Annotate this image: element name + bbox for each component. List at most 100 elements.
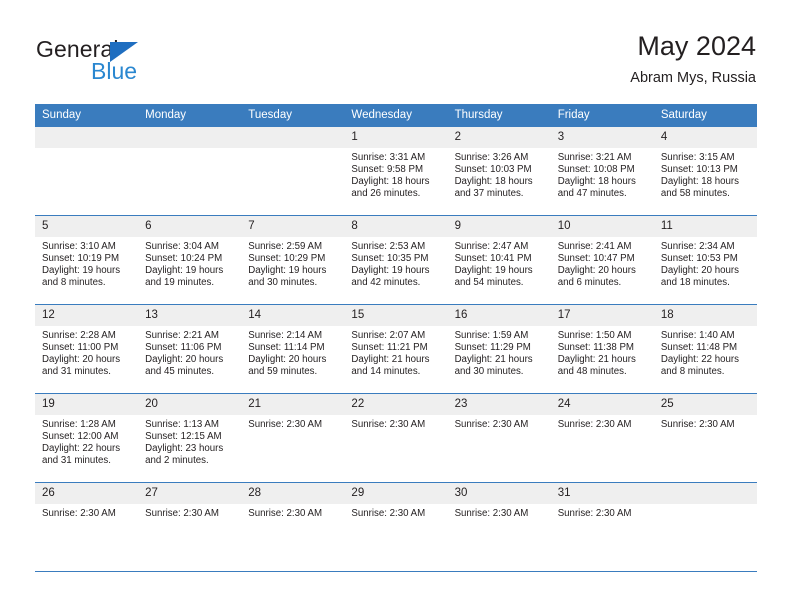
day-detail-line: Sunset: 10:13 PM [660,163,738,175]
day-cell-inner: 1 Sunrise: 3:31 AM Sunset: 9:58 PM Daylight… [344,127,448,215]
weekday-header-row: Sunday Monday Tuesday Wednesday Thursday Frid… [35,104,757,127]
calendar-day-cell[interactable]: 6 Sunrise: 3:04 AM Sunset: 10:24 PM Dayligh… [138,215,242,305]
day-sun-details: Sunrise: 1:28 AM Sunset: 12:00 AM Daylight… [35,415,138,467]
calendar-day-cell[interactable]: 27 Sunrise: 2:30 AM [138,482,242,572]
calendar-day-cell[interactable]: 29 Sunrise: 2:30 AM [344,482,448,572]
calendar-day-cell[interactable]: 11 Sunrise: 2:34 AM Sunset: 10:53 PM Daylig… [653,215,757,305]
day-number: 26 [35,483,139,504]
day-cell-inner: 23 Sunrise: 2:30 AM [447,394,551,482]
day-sun-details: Sunrise: 2:30 AM [654,415,757,431]
calendar-week-row: 19 Sunrise: 1:28 AM Sunset: 12:00 AM Daylig… [35,393,757,483]
day-cell-inner: 29 Sunrise: 2:30 AM [344,483,448,571]
day-detail-line: Daylight: 22 hours [42,442,121,454]
day-number: 20 [138,394,242,415]
calendar-day-cell[interactable]: 19 Sunrise: 1:28 AM Sunset: 12:00 AM Daylig… [35,393,139,483]
calendar-day-cell[interactable]: 15 Sunrise: 2:07 AM Sunset: 11:21 PM Daylig… [344,304,448,394]
day-detail-line: Daylight: 18 hours [351,175,430,187]
day-detail-line: Daylight: 19 hours [454,264,533,276]
day-detail-line: and 58 minutes. [660,187,730,199]
weekday-header-thursday: Thursday [447,104,551,127]
day-detail-line: Sunrise: 2:41 AM [557,241,632,252]
day-sun-details: Sunrise: 2:28 AM Sunset: 11:00 PM Daylight… [35,326,138,378]
day-detail-line: Sunrise: 2:30 AM [145,508,219,519]
general-blue-logo[interactable]: General Blue [36,36,236,88]
calendar-day-cell[interactable]: 16 Sunrise: 1:59 AM Sunset: 11:29 PM Daylig… [447,304,551,394]
calendar-day-cell[interactable]: 31 Sunrise: 2:30 AM [550,482,654,572]
day-cell-inner: 21 Sunrise: 2:30 AM [241,394,345,482]
day-detail-line: Sunrise: 3:15 AM [660,152,735,163]
calendar-day-cell[interactable]: 8 Sunrise: 2:53 AM Sunset: 10:35 PM Dayligh… [344,215,448,305]
day-detail-line: Sunrise: 1:13 AM [145,419,219,430]
day-detail-line: and 47 minutes. [557,187,627,199]
day-detail-line: Sunset: 10:41 PM [454,252,532,264]
day-detail-line: Sunrise: 1:40 AM [660,330,735,341]
day-cell-inner [35,127,139,215]
day-sun-details: Sunrise: 3:31 AM Sunset: 9:58 PM Daylight:… [344,148,447,200]
day-cell-inner: 25 Sunrise: 2:30 AM [653,394,757,482]
day-detail-line: Sunset: 10:29 PM [248,252,326,264]
calendar-day-cell[interactable]: 20 Sunrise: 1:13 AM Sunset: 12:15 AM Daylig… [138,393,242,483]
day-number: 16 [447,305,551,326]
calendar-day-cell[interactable]: 1 Sunrise: 3:31 AM Sunset: 9:58 PM Daylight… [344,127,448,216]
day-sun-details: Sunrise: 2:30 AM [241,504,344,520]
calendar-day-cell[interactable]: 26 Sunrise: 2:30 AM [35,482,139,572]
day-detail-line: Sunrise: 2:30 AM [454,508,529,519]
day-cell-inner [138,127,242,215]
day-detail-line: Daylight: 18 hours [557,175,636,187]
title-block: May 2024 Abram Mys, Russia [630,30,756,88]
day-detail-line: and 31 minutes. [42,454,111,466]
day-cell-inner: 15 Sunrise: 2:07 AM Sunset: 11:21 PM Daylig… [344,305,448,393]
calendar-day-cell[interactable]: 18 Sunrise: 1:40 AM Sunset: 11:48 PM Daylig… [653,304,757,394]
day-detail-line: Sunrise: 3:31 AM [351,152,426,163]
day-detail-line: and 14 minutes. [351,365,421,377]
day-number: 3 [550,127,654,148]
calendar-day-cell[interactable]: 12 Sunrise: 2:28 AM Sunset: 11:00 PM Daylig… [35,304,139,394]
calendar-day-cell[interactable]: 2 Sunrise: 3:26 AM Sunset: 10:03 PM Dayligh… [447,127,551,216]
day-number: 8 [344,216,448,237]
calendar-day-cell[interactable]: 10 Sunrise: 2:41 AM Sunset: 10:47 PM Daylig… [550,215,654,305]
calendar-day-cell[interactable]: 5 Sunrise: 3:10 AM Sunset: 10:19 PM Dayligh… [35,215,139,305]
calendar-day-cell[interactable]: 28 Sunrise: 2:30 AM [241,482,345,572]
calendar-cell-empty [35,127,139,216]
calendar-day-cell[interactable]: 25 Sunrise: 2:30 AM [653,393,757,483]
day-number: 12 [35,305,139,326]
day-detail-line: and 26 minutes. [351,187,421,199]
day-detail-line: Sunset: 10:53 PM [660,252,738,264]
calendar-day-cell[interactable]: 3 Sunrise: 3:21 AM Sunset: 10:08 PM Dayligh… [550,127,654,216]
day-number: 30 [447,483,551,504]
calendar-day-cell[interactable]: 9 Sunrise: 2:47 AM Sunset: 10:41 PM Dayligh… [447,215,551,305]
calendar-day-cell[interactable]: 14 Sunrise: 2:14 AM Sunset: 11:14 PM Daylig… [241,304,345,394]
calendar-day-cell[interactable]: 24 Sunrise: 2:30 AM [550,393,654,483]
day-sun-details: Sunrise: 2:30 AM [138,504,241,520]
day-number: 5 [35,216,139,237]
day-sun-details: Sunrise: 2:34 AM Sunset: 10:53 PM Daylight… [654,237,757,289]
calendar-day-cell[interactable]: 22 Sunrise: 2:30 AM [344,393,448,483]
day-detail-line: and 30 minutes. [454,365,524,377]
day-sun-details: Sunrise: 2:30 AM [448,415,551,431]
calendar-day-cell[interactable]: 30 Sunrise: 2:30 AM [447,482,551,572]
day-sun-details: Sunrise: 2:30 AM [448,504,551,520]
day-detail-line: Sunset: 11:14 PM [248,341,325,353]
calendar-day-cell[interactable]: 7 Sunrise: 2:59 AM Sunset: 10:29 PM Dayligh… [241,215,345,305]
day-detail-line: Sunrise: 3:04 AM [145,241,219,252]
day-cell-inner: 31 Sunrise: 2:30 AM [550,483,654,571]
calendar-day-cell[interactable]: 23 Sunrise: 2:30 AM [447,393,551,483]
calendar-body: 1 Sunrise: 3:31 AM Sunset: 9:58 PM Daylight… [35,127,757,572]
day-detail-line: and 59 minutes. [248,365,318,377]
day-number [35,127,139,148]
day-sun-details: Sunrise: 1:59 AM Sunset: 11:29 PM Daylight… [448,326,551,378]
day-cell-inner: 19 Sunrise: 1:28 AM Sunset: 12:00 AM Daylig… [35,394,139,482]
calendar-day-cell[interactable]: 17 Sunrise: 1:50 AM Sunset: 11:38 PM Daylig… [550,304,654,394]
day-detail-line: and 6 minutes. [557,276,622,288]
calendar-day-cell[interactable]: 21 Sunrise: 2:30 AM [241,393,345,483]
day-detail-line: and 54 minutes. [454,276,524,288]
day-detail-line: Daylight: 19 hours [42,264,121,276]
day-detail-line: and 2 minutes. [145,454,209,466]
day-cell-inner: 30 Sunrise: 2:30 AM [447,483,551,571]
calendar-day-cell[interactable]: 4 Sunrise: 3:15 AM Sunset: 10:13 PM Dayligh… [653,127,757,216]
day-cell-inner: 10 Sunrise: 2:41 AM Sunset: 10:47 PM Daylig… [550,216,654,304]
calendar-page: General Blue May 2024 Abram Mys, Russia … [0,0,792,612]
day-number: 21 [241,394,345,415]
calendar-day-cell[interactable]: 13 Sunrise: 2:21 AM Sunset: 11:06 PM Daylig… [138,304,242,394]
day-sun-details: Sunrise: 2:14 AM Sunset: 11:14 PM Daylight… [241,326,344,378]
